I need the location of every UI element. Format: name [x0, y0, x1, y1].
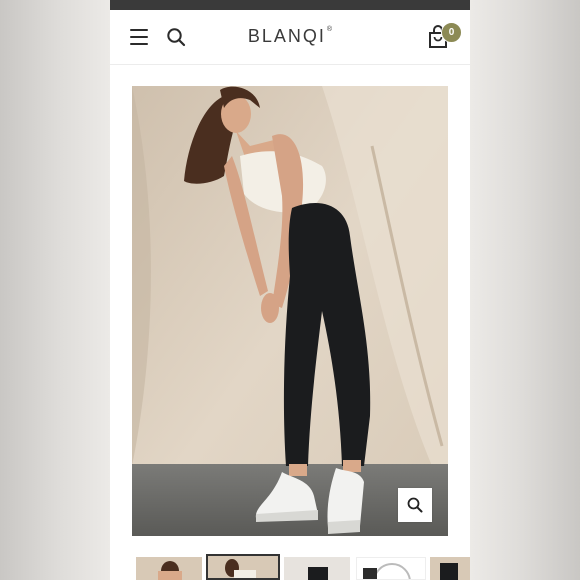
thumbnail-3[interactable]: [284, 557, 350, 580]
thumbnail-strip: [110, 552, 470, 580]
thumbnail-4[interactable]: [356, 557, 426, 580]
product-main-image[interactable]: [132, 86, 448, 536]
zoom-button[interactable]: [398, 488, 432, 522]
zoom-icon: [407, 497, 423, 513]
thumbnail-5[interactable]: [430, 557, 470, 580]
model-photo: [132, 86, 448, 536]
brand-logo[interactable]: BLANQI®: [110, 26, 470, 47]
thumbnail-2[interactable]: [206, 554, 280, 580]
cart-count-badge[interactable]: 0: [441, 22, 462, 43]
status-bar: [110, 0, 470, 10]
site-header: BLANQI® 0: [110, 10, 470, 65]
thumbnail-1[interactable]: [136, 557, 202, 580]
phone-frame: BLANQI® 0: [110, 0, 470, 580]
